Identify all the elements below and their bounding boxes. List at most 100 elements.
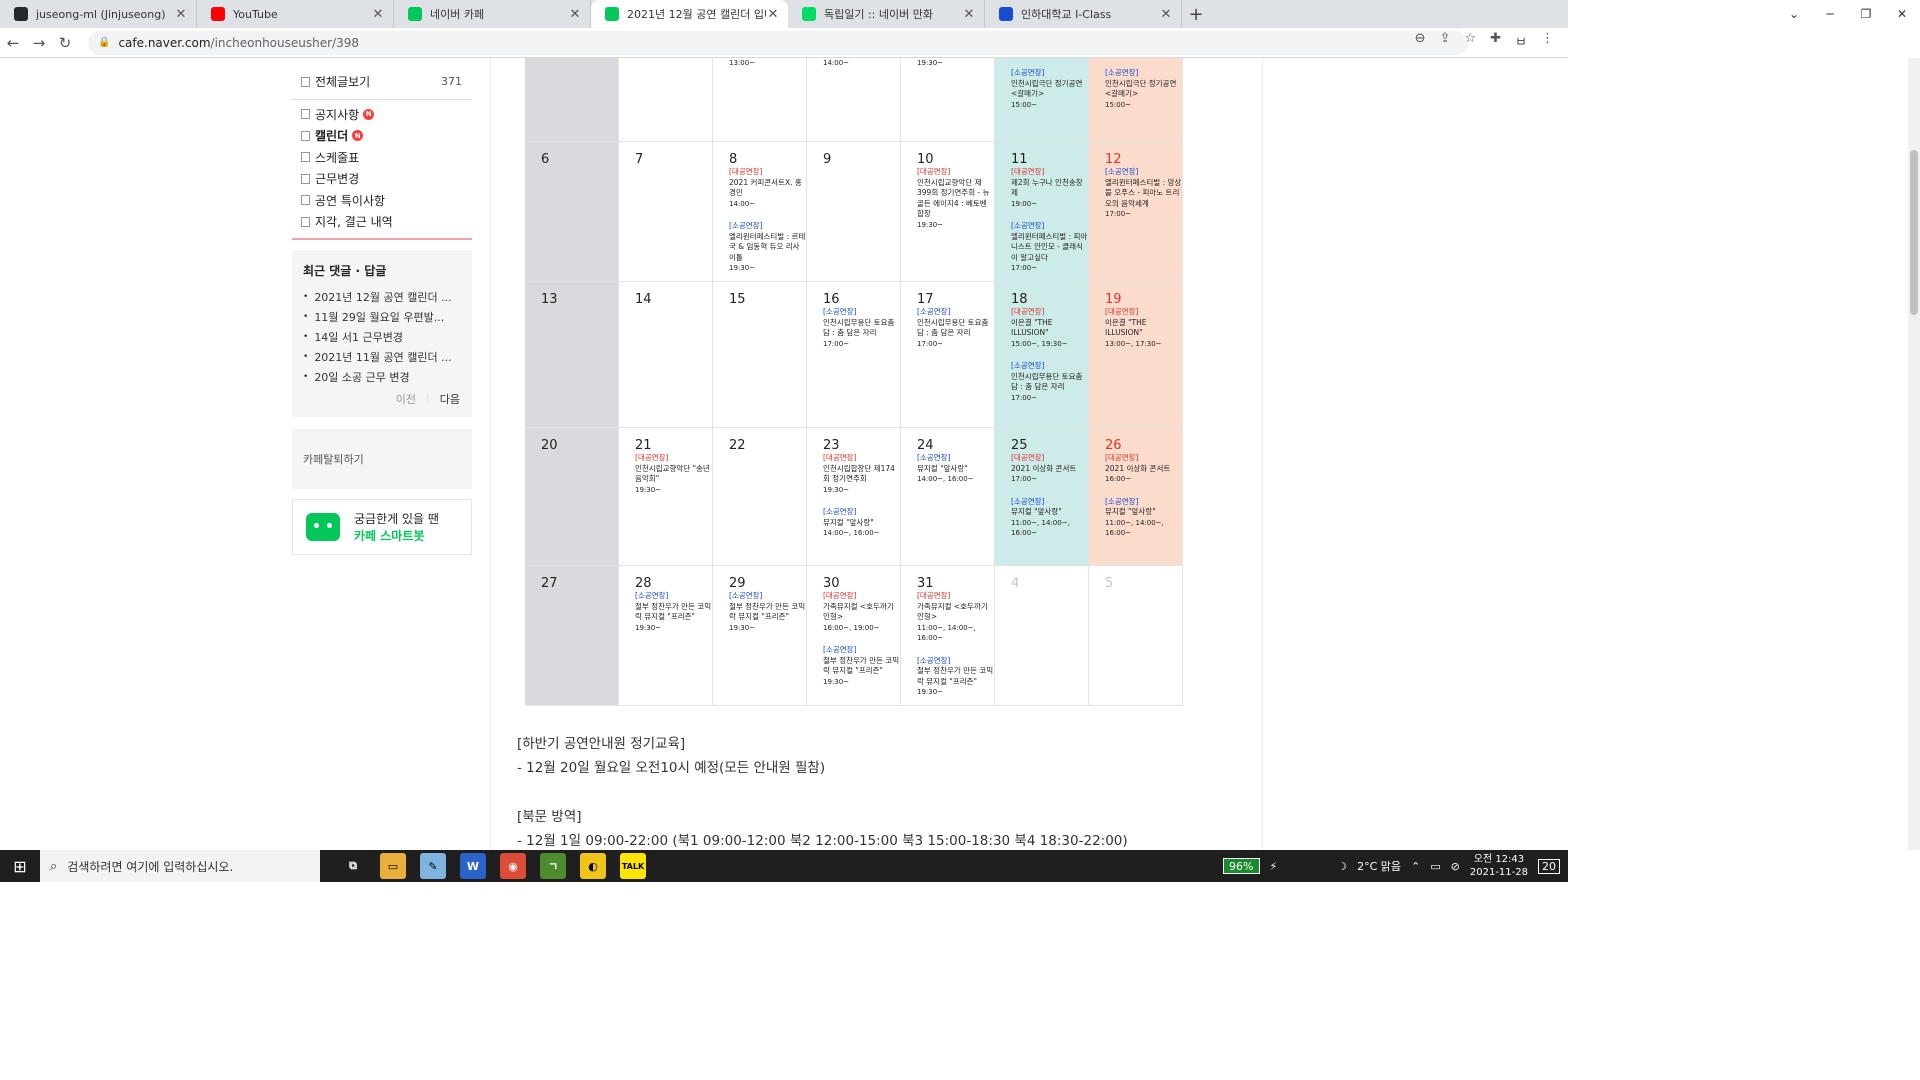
calendar-event[interactable]: 13:00~ (729, 58, 806, 69)
tab-search-icon[interactable]: ⌄ (1776, 0, 1812, 28)
calendar-event[interactable]: [대공연장] 2021 이상화 콘서트 17:00~ (1011, 453, 1088, 485)
tab-close-icon[interactable]: ✕ (174, 7, 188, 22)
tray-chevron-icon[interactable]: ⌃ (1411, 860, 1420, 873)
calendar-day[interactable]: 14:00~ (807, 58, 901, 141)
page-scrollbar[interactable] (1908, 58, 1920, 850)
calendar-event[interactable]: [대공연장] 2021 이상화 콘서트 16:00~ (1105, 453, 1182, 485)
sidebar-menu-item[interactable]: 공지사항 N (292, 104, 472, 126)
calendar-event[interactable]: [대공연장] 가족뮤지컬 <호두까기 인형> 11:00~, 14:00~, 16:… (917, 591, 994, 644)
calendar-event[interactable]: [소공연장] 뮤지컬 "앞사랑" 11:00~, 14:00~, 16:00~ (1011, 497, 1088, 539)
profile-icon[interactable]: ㅂ (1515, 31, 1527, 50)
calendar-event[interactable]: [소공연장] 엘리윈터페스티벌 : 르테국 & 임동혁 듀오 리사이틀 19:30~ (729, 221, 806, 274)
smart-bot-banner[interactable]: 궁금한게 있을 땐 카페 스마트봇 (292, 498, 472, 555)
calendar-day[interactable]: 8 [대공연장] 2021 커피콘서트X. 홍경민 14:00~ [소공연장] 엘리윈터페… (713, 142, 807, 281)
browser-tab[interactable]: juseong-ml (Jinjuseong) ✕ (0, 0, 197, 28)
url-bar[interactable]: 🔒 cafe.naver.com/incheonhouseusher/398 (88, 30, 1468, 55)
calendar-day[interactable]: 23 [대공연장] 인천시립합창단 제174회 정기연주회 19:30~ [소공연장] 뮤… (807, 428, 901, 565)
battery-indicator[interactable]: 96% (1223, 858, 1260, 874)
leave-cafe-button[interactable]: 카페탈퇴하기 (292, 428, 472, 489)
bookmark-star-icon[interactable]: ☆ (1464, 31, 1476, 50)
windows-start-icon[interactable]: ⊞ (0, 850, 40, 882)
calendar-day[interactable]: 14 (619, 282, 713, 427)
recent-comment-item[interactable]: 20일 소공 근무 변경 (292, 367, 472, 387)
calendar-day[interactable] (525, 58, 619, 141)
calendar-event[interactable]: [소공연장] 철부 정찬우가 만든 코믹 락 뮤지컬 "프리즌" 19:30~ (917, 656, 994, 698)
calendar-day[interactable] (619, 58, 713, 141)
calendar-day[interactable]: 24 [소공연장] 뮤지컬 "앞사랑" 14:00~, 16:00~ (901, 428, 995, 565)
taskbar-search[interactable]: ⌕ 검색하려면 여기에 입력하십시오. (40, 850, 320, 882)
tab-close-icon[interactable]: ✕ (371, 7, 385, 22)
calendar-day[interactable]: 10 [대공연장] 인천시립교향악단 제399회 정기연주회 - 뉴 골든 에이지4… (901, 142, 995, 281)
volume-icon[interactable]: ⊘ (1451, 860, 1460, 873)
calendar-event[interactable]: 19:30~ (917, 58, 994, 69)
minimize-button[interactable]: ─ (1812, 0, 1848, 28)
sidebar-menu-item[interactable]: 캘린더 N (292, 125, 472, 147)
clock[interactable]: 오전 12:43 2021-11-28 (1470, 853, 1528, 879)
calendar-event[interactable]: [소공연장] 뮤지컬 "앞사랑" 14:00~, 16:00~ (917, 453, 994, 485)
restore-button[interactable]: ❐ (1848, 0, 1884, 28)
calendar-event[interactable]: [소공연장] 철부 정찬우가 만든 코믹 락 뮤지컬 "프리즌" 19:30~ (823, 645, 900, 687)
calendar-day[interactable]: 6 (525, 142, 619, 281)
notepad-icon[interactable]: ✎ (420, 853, 446, 879)
calendar-event[interactable]: [대공연장] 인천시립교향악단 "송년음악회" 19:30~ (635, 453, 712, 495)
calendar-day[interactable]: 29 [소공연장] 철부 정찬우가 만든 코믹 락 뮤지컬 "프리즌" 19:30~ (713, 566, 807, 705)
calendar-event[interactable]: [대공연장] 2021 커피콘서트X. 홍경민 14:00~ (729, 167, 806, 209)
kakaotalk-icon[interactable]: TALK (620, 853, 646, 879)
calendar-event[interactable]: [소공연장] 뮤지컬 "앞사랑" 11:00~, 14:00~, 16:00~ (1105, 497, 1182, 539)
calendar-day[interactable]: [소공연장] 인천시립극단 정기공연 <갈매기> 15:00~ (1089, 58, 1183, 141)
calendar-event[interactable]: [대공연장] 인천시립합창단 제174회 정기연주회 19:30~ (823, 453, 900, 495)
calendar-event[interactable]: 14:00~ (823, 58, 900, 69)
calendar-event[interactable]: [소공연장] 엘리윈터페스티벌 : 피아니스트 안인모 - 클래식이 알고싶다 17… (1011, 221, 1088, 274)
browser-tab[interactable]: 2021년 12월 공연 캘린더 입니다✕ (591, 0, 788, 28)
calendar-event[interactable]: [소공연장] 철부 정찬우가 만든 코믹 락 뮤지컬 "프리즌" 19:30~ (729, 591, 806, 633)
next-button[interactable]: 다음 (440, 391, 460, 407)
calendar-day[interactable]: 13 (525, 282, 619, 427)
calendar-event[interactable]: [소공연장] 인천시립무용단 토요춤담 : 춤 담은 자리 17:00~ (1011, 361, 1088, 403)
scrollbar-thumb[interactable] (1910, 150, 1918, 315)
calendar-day[interactable]: [소공연장] 인천시립극단 정기공연 <갈매기> 15:00~ (995, 58, 1089, 141)
calendar-event[interactable]: [소공연장] 인천시립극단 정기공연 <갈매기> 15:00~ (1105, 68, 1182, 110)
calendar-day[interactable]: 4 (995, 566, 1089, 705)
recent-comment-item[interactable]: 14일 서1 근무변경 (292, 327, 472, 347)
calendar-event[interactable]: [소공연장] 뮤지컬 "앞사랑" 14:00~, 16:00~ (823, 507, 900, 539)
calendar-day[interactable]: 26 [대공연장] 2021 이상화 콘서트 16:00~ [소공연장] 뮤지컬 "앞사랑… (1089, 428, 1183, 565)
sidebar-menu-item[interactable]: 전체글보기 371 (292, 71, 472, 93)
calendar-day[interactable]: 31 [대공연장] 가족뮤지컬 <호두까기 인형> 11:00~, 14:00~, 1… (901, 566, 995, 705)
browser-tab[interactable]: 네이버 카페 ✕ (394, 0, 591, 28)
notification-count[interactable]: 20 (1538, 858, 1560, 874)
calendar-day[interactable]: 7 (619, 142, 713, 281)
recent-comment-item[interactable]: 11월 29일 월요일 우편발... (292, 307, 472, 327)
tab-close-icon[interactable]: ✕ (1159, 7, 1173, 22)
chrome-icon[interactable]: ◉ (500, 853, 526, 879)
calendar-day[interactable]: 17 [소공연장] 인천시립무용단 토요춤담 : 춤 담은 자리 17:00~ (901, 282, 995, 427)
calendar-event[interactable]: [대공연장] 이은결 "THE ILLUSION" 15:00~, 19:30~ (1011, 307, 1088, 349)
forward-button[interactable]: → (26, 30, 52, 56)
calendar-day[interactable]: 9 (807, 142, 901, 281)
recent-comment-item[interactable]: 2021년 11월 공연 캘린더 ... (292, 347, 472, 367)
browser-tab[interactable]: YouTube ✕ (197, 0, 394, 28)
browser-tab[interactable]: 독립일기 :: 네이버 만화 ✕ (788, 0, 985, 28)
calendar-event[interactable]: [대공연장] 가족뮤지컬 <호두까기 인형> 16:00~, 19:00~ (823, 591, 900, 633)
calendar-day[interactable]: 25 [대공연장] 2021 이상화 콘서트 17:00~ [소공연장] 뮤지컬 "앞사랑… (995, 428, 1089, 565)
file-explorer-icon[interactable]: ▭ (380, 853, 406, 879)
calendar-day[interactable]: 19:30~ (901, 58, 995, 141)
calendar-day[interactable]: 5 (1089, 566, 1183, 705)
tab-close-icon[interactable]: ✕ (766, 7, 780, 22)
browser-tab[interactable]: 인하대학교 I-Class ✕ (985, 0, 1182, 28)
sidebar-menu-item[interactable]: 지각, 결근 내역 (292, 211, 472, 233)
tab-close-icon[interactable]: ✕ (568, 7, 582, 22)
calendar-event[interactable]: [대공연장] 제2회 누구나 인천송창제 19:00~ (1011, 167, 1088, 209)
menu-icon[interactable]: ⋮ (1541, 31, 1554, 50)
share-icon[interactable]: ⇪ (1440, 31, 1451, 50)
calendar-day[interactable]: 19 [대공연장] 이은결 "THE ILLUSION" 13:00~, 17:30~ (1089, 282, 1183, 427)
task-view-icon[interactable]: ⧉ (340, 853, 366, 879)
ebs-icon[interactable]: ◐ (580, 853, 606, 879)
zoom-icon[interactable]: ⊖ (1415, 31, 1426, 50)
calendar-event[interactable]: [대공연장] 인천시립교향악단 제399회 정기연주회 - 뉴 골든 에이지4 :… (917, 167, 994, 230)
calendar-day[interactable]: 18 [대공연장] 이은결 "THE ILLUSION" 15:00~, 19:30~… (995, 282, 1089, 427)
calendar-event[interactable]: [소공연장] 엘리윈터페스티벌 : 앙상블 오푸스 - 피아노 트리오의 음악세계… (1105, 167, 1182, 220)
calendar-event[interactable]: [소공연장] 인천시립극단 정기공연 <갈매기> 15:00~ (1011, 68, 1088, 110)
calendar-day[interactable]: 13:00~ (713, 58, 807, 141)
calendar-event[interactable]: [소공연장] 철부 정찬우가 만든 코믹 락 뮤지컬 "프리즌" 19:30~ (635, 591, 712, 633)
calendar-day[interactable]: 16 [소공연장] 인천시립무용단 토요춤담 : 춤 담은 자리 17:00~ (807, 282, 901, 427)
